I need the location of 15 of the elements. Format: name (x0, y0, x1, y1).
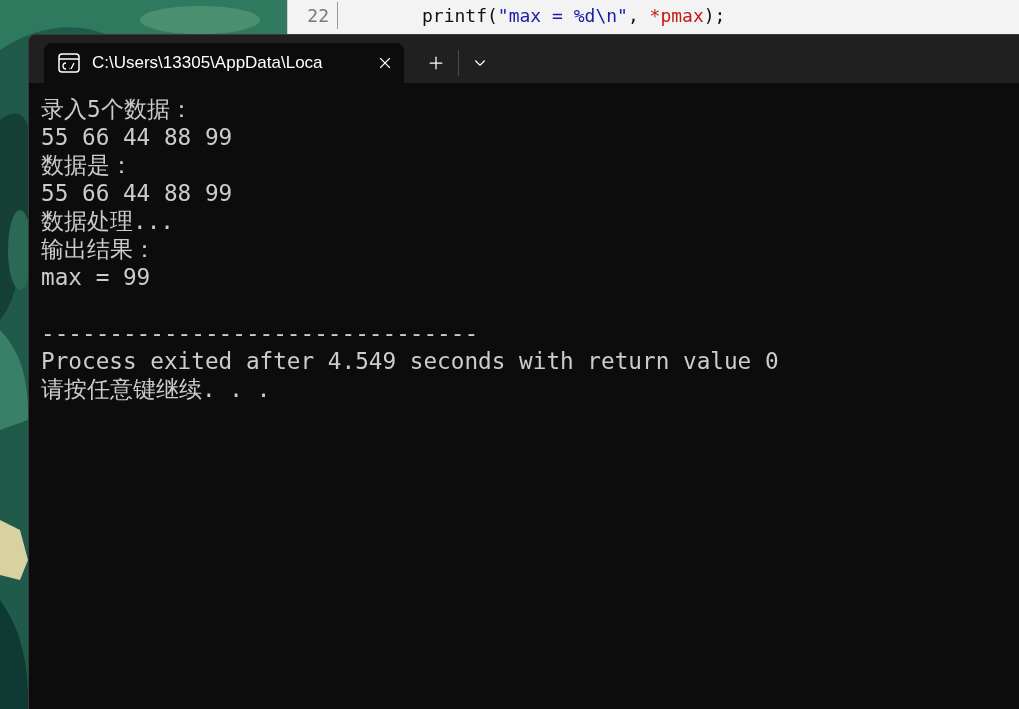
tab-title: C:\Users\13305\AppData\Loca (92, 52, 324, 75)
terminal-icon (58, 53, 80, 73)
console-line: 55 66 44 88 99 (41, 179, 233, 207)
console-line: 录入5个数据： (41, 95, 193, 123)
console-line: -------------------------------- (41, 319, 479, 347)
console-line: 55 66 44 88 99 (41, 123, 233, 151)
console-line: 数据是： (41, 151, 133, 179)
console-line: 请按任意键继续. . . (41, 375, 271, 403)
console-line: 数据处理... (41, 207, 174, 235)
line-number: 22 (288, 2, 338, 29)
console-line: Process exited after 4.549 seconds with return value 0 (41, 347, 779, 375)
console-line: 输出结果： (41, 235, 156, 263)
code-line: printf("max = %d\n", *pmax); (422, 4, 726, 28)
terminal-tab[interactable]: C:\Users\13305\AppData\Loca (44, 43, 404, 83)
console-line: max = 99 (41, 263, 151, 291)
